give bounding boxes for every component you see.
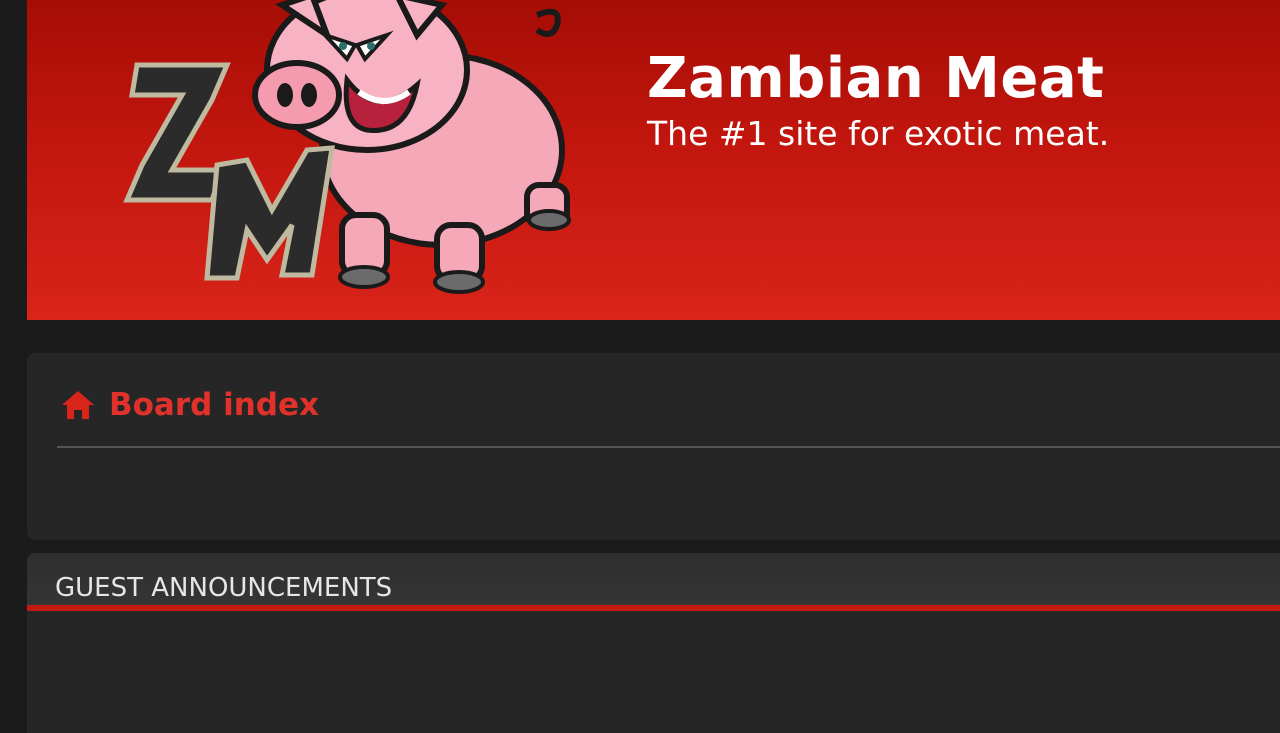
section-title[interactable]: GUEST ANNOUNCEMENTS [55,573,392,603]
home-icon [62,391,94,419]
site-title[interactable]: Zambian Meat [647,46,1104,111]
page: Zambian Meat The #1 site for exotic meat… [0,0,1280,733]
section-accent-rule [27,605,1280,611]
breadcrumb-board-index[interactable]: Board index [61,387,319,423]
site-header: Zambian Meat The #1 site for exotic meat… [27,0,1280,320]
board-index-link[interactable]: Board index [109,387,319,423]
section-header: GUEST ANNOUNCEMENTS [27,553,1280,605]
navbar: Board index [27,353,1280,540]
site-tagline: The #1 site for exotic meat. [647,114,1110,153]
forum-section-guest-announcements: GUEST ANNOUNCEMENTS [27,553,1280,733]
site-logo[interactable] [97,0,577,300]
divider [57,446,1280,448]
